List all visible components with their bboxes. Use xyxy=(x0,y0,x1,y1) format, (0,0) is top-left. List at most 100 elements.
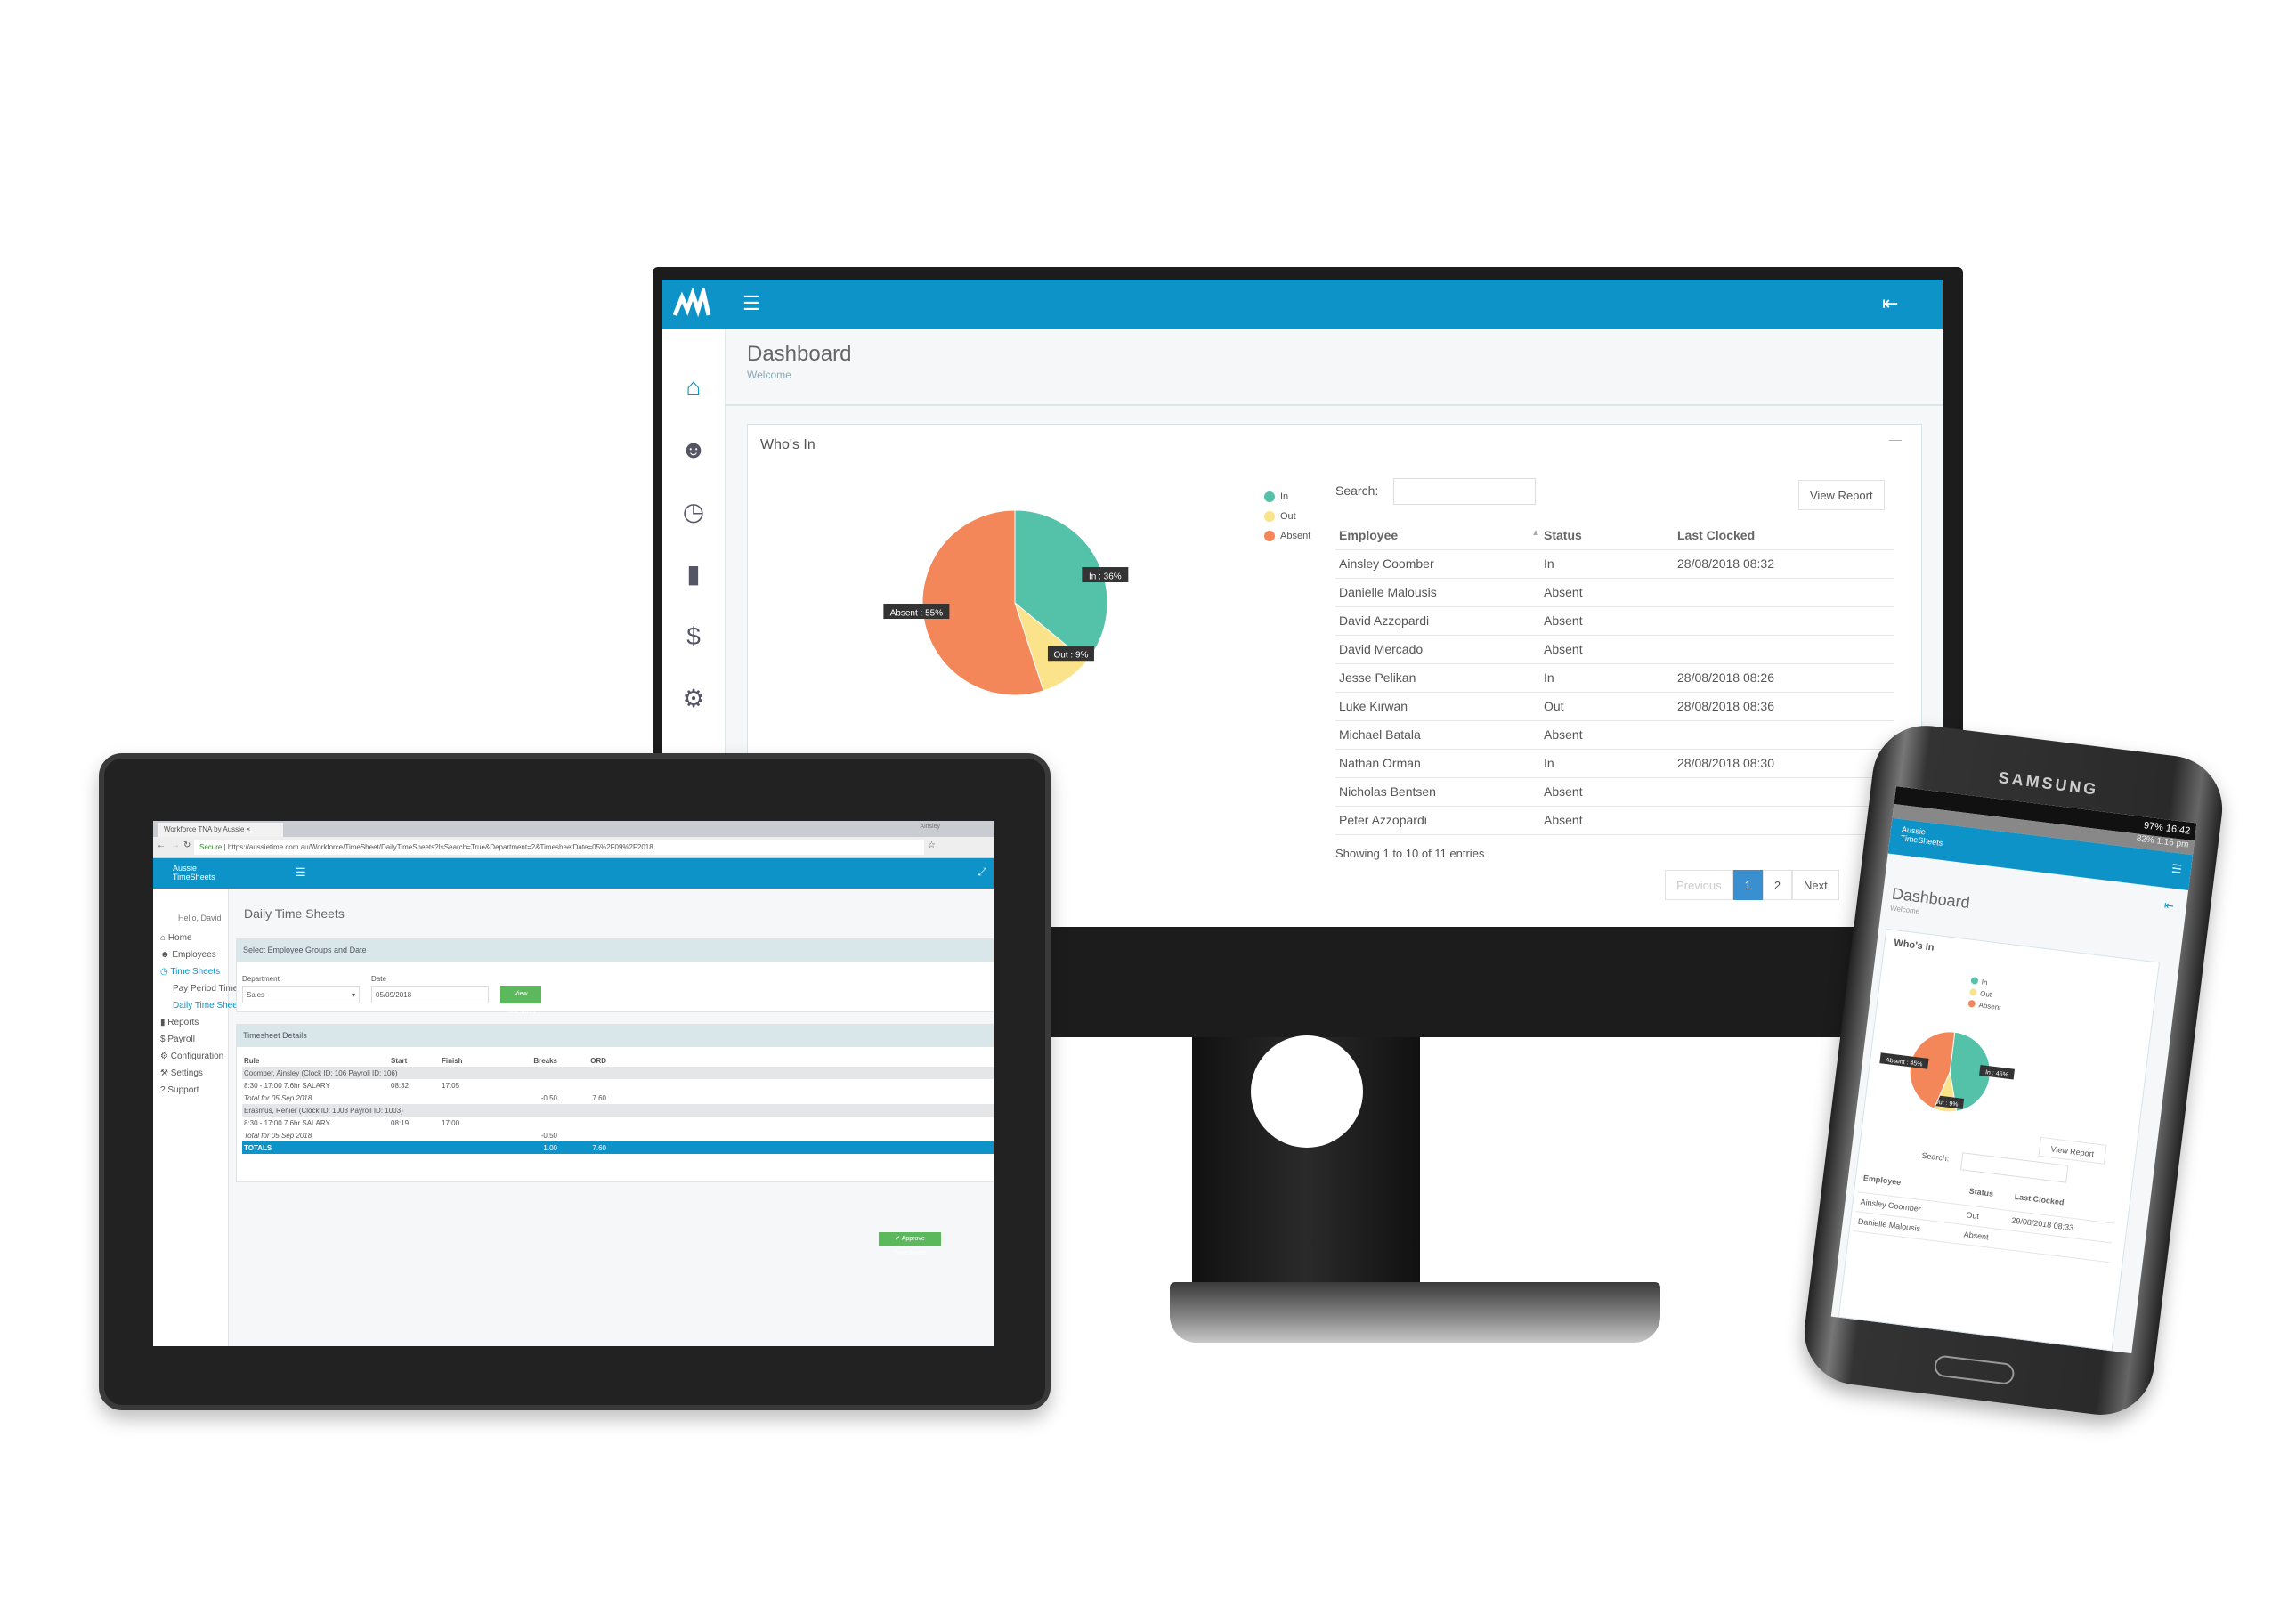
sidebar-item[interactable]: ◷ Time Sheets xyxy=(160,967,220,977)
table-row[interactable]: Michael Batala Absent xyxy=(1335,720,1894,750)
table-row[interactable]: Peter Azzopardi Absent xyxy=(1335,806,1894,835)
table-cell: Danielle Malousis xyxy=(1335,578,1540,607)
table-row[interactable]: Ainsley Coomber In 28/08/2018 08:32 xyxy=(1335,549,1894,579)
table-cell xyxy=(1674,720,1894,750)
department-select[interactable]: Sales ▾ xyxy=(242,986,360,1003)
table-cell: Absent xyxy=(1540,777,1674,807)
table-cell: Michael Batala xyxy=(1335,720,1540,750)
rule-row: 8:30 - 17:00 7.6hr SALARY08:1917:00✎ 🗑 xyxy=(244,1118,460,1127)
url-field[interactable]: Secure | https://aussietime.com.au/Workf… xyxy=(194,840,924,855)
rule-row: 8:30 - 17:00 7.6hr SALARY08:3217:05✎ 🗑 xyxy=(244,1081,460,1090)
sidebar-item[interactable]: ? Support xyxy=(160,1085,199,1095)
svg-text:Out: Out xyxy=(1980,989,1993,999)
table-cell: Jesse Pelikan xyxy=(1335,663,1540,693)
search-input[interactable] xyxy=(1393,478,1536,505)
wrench-icon: ⚒ xyxy=(160,1068,168,1078)
table-cell: Absent xyxy=(1540,606,1674,636)
home-icon[interactable]: ⌂ xyxy=(678,372,709,402)
legend-item[interactable]: Absent xyxy=(1264,526,1310,546)
sidebar-item[interactable]: ▮ Reports xyxy=(160,1018,199,1027)
logout-icon[interactable]: ⇤ xyxy=(1882,292,1898,315)
sidebar-item[interactable]: ⚒ Settings xyxy=(160,1068,203,1078)
total-row: Total for 05 Sep 2018-0.507.60✎ xyxy=(242,1092,994,1104)
table-row[interactable]: David Azzopardi Absent xyxy=(1335,606,1894,636)
browser-tab[interactable]: Workforce TNA by Aussie × xyxy=(158,823,283,837)
employee-table: Employee ▲ Status Last Clocked Ainsley C… xyxy=(1335,521,1894,835)
app-header: Aussie TimeSheets ☰ ⤢ xyxy=(153,858,994,889)
table-row[interactable]: David Mercado Absent xyxy=(1335,635,1894,664)
view-report-button[interactable]: View Report xyxy=(1798,480,1885,510)
table-row[interactable]: Nicholas Bentsen Absent xyxy=(1335,777,1894,807)
column-last-clocked[interactable]: Last Clocked xyxy=(1674,521,1894,550)
table-row[interactable]: Luke Kirwan Out 28/08/2018 08:36 xyxy=(1335,692,1894,721)
sidebar-item[interactable]: $ Payroll xyxy=(160,1035,195,1044)
bar-chart-icon[interactable]: ▮ xyxy=(678,559,709,589)
legend-item[interactable]: In xyxy=(1970,977,1988,987)
table-row[interactable]: Nathan Orman In 28/08/2018 08:30 xyxy=(1335,749,1894,778)
close-tab-icon[interactable]: × xyxy=(247,825,251,833)
view-timesheet-button[interactable]: View Timesheet xyxy=(500,986,541,1015)
window-user: Ainsley xyxy=(920,824,940,830)
table-cell: 28/08/2018 08:36 xyxy=(1674,692,1894,721)
table-cell: 28/08/2018 08:32 xyxy=(1674,549,1894,579)
table-cell: Nicholas Bentsen xyxy=(1335,777,1540,807)
dropdown-icon: ▾ xyxy=(351,991,355,999)
date-input[interactable]: 05/09/2018 xyxy=(371,986,489,1003)
previous-button[interactable]: Previous xyxy=(1665,870,1733,900)
expand-icon[interactable]: ⤢ xyxy=(978,865,986,879)
gear-icon: ⚙ xyxy=(160,1052,168,1061)
page-title: Daily Time Sheets xyxy=(244,906,345,921)
table-cell: In xyxy=(1540,663,1674,693)
page-subtitle: Welcome xyxy=(747,369,791,381)
top-bar: ☰ ⇤ xyxy=(662,280,1943,329)
star-icon[interactable]: ☆ xyxy=(928,840,936,850)
pencil-icon[interactable]: ✎ xyxy=(606,1092,994,1104)
gear-icon[interactable]: ⚙ xyxy=(678,684,709,714)
panel-title: Who's In xyxy=(760,437,815,452)
page-1-button[interactable]: 1 xyxy=(1732,870,1763,900)
pencil-icon[interactable]: ✎ xyxy=(606,1129,994,1141)
sidebar-item[interactable]: ☻ Employees xyxy=(160,950,216,960)
view-report-button[interactable]: View Report xyxy=(2038,1136,2107,1165)
approve-timesheets-button[interactable]: ✔ Approve Timesheets xyxy=(879,1232,941,1256)
menu-icon[interactable]: ☰ xyxy=(296,865,306,880)
logout-icon[interactable]: ⇤ xyxy=(2163,898,2175,914)
clock-icon[interactable]: ◷ xyxy=(678,497,709,527)
home-button[interactable] xyxy=(1933,1354,2016,1386)
reload-icon[interactable]: ↻ xyxy=(183,840,191,850)
bar-chart-icon: ▮ xyxy=(160,1018,166,1027)
users-icon[interactable]: ☻ xyxy=(678,434,709,465)
table-cell xyxy=(1674,578,1894,607)
table-info: Showing 1 to 10 of 11 entries xyxy=(1335,847,1485,860)
collapse-button[interactable]: — xyxy=(1889,432,1902,446)
menu-icon[interactable]: ☰ xyxy=(742,292,760,315)
logo-icon xyxy=(673,288,711,318)
column-employee[interactable]: Employee ▲ xyxy=(1335,521,1540,550)
legend-item[interactable]: In xyxy=(1264,487,1310,507)
tablet: Workforce TNA by Aussie × Ainsley ← → ↻ … xyxy=(99,753,1051,1410)
table-row[interactable]: Danielle Malousis Absent xyxy=(1335,578,1894,607)
address-bar: ← → ↻ Secure | https://aussietime.com.au… xyxy=(153,837,994,858)
table-cell: Luke Kirwan xyxy=(1335,692,1540,721)
legend-item[interactable]: Out xyxy=(1969,988,1993,999)
next-button[interactable]: Next xyxy=(1792,870,1839,900)
forward-icon[interactable]: → xyxy=(171,840,180,850)
legend-item[interactable]: Out xyxy=(1264,507,1310,526)
column-status[interactable]: Status xyxy=(1540,521,1674,550)
page-2-button[interactable]: 2 xyxy=(1762,870,1793,900)
table-cell: Absent xyxy=(1540,806,1674,835)
table-row[interactable]: Jesse Pelikan In 28/08/2018 08:26 xyxy=(1335,663,1894,693)
logo: Aussie TimeSheets xyxy=(173,864,215,881)
phone-screen: 97% 16:42 82% 1:16 pm Aussie TimeSheets ☰… xyxy=(1830,786,2197,1354)
legend-swatch xyxy=(1264,491,1275,502)
sidebar-item[interactable]: Daily Time Sheets xyxy=(173,1001,245,1011)
legend-item[interactable]: Absent xyxy=(1967,1000,2002,1012)
section-title: Select Employee Groups and Date xyxy=(237,939,994,962)
dollar-icon[interactable]: $ xyxy=(678,621,709,652)
timesheet-table: Rule Start Finish Breaks ORD Coomber, Ainsle… xyxy=(242,1054,994,1154)
back-icon[interactable]: ← xyxy=(157,840,166,850)
sidebar-item[interactable]: ⌂ Home xyxy=(160,933,192,943)
menu-icon[interactable]: ☰ xyxy=(2170,862,2182,877)
sidebar-item[interactable]: ⚙ Configuration xyxy=(160,1052,223,1061)
sidebar: Hello, David ⌂ Home ☻ Employees ◷ Time She… xyxy=(153,889,268,1346)
